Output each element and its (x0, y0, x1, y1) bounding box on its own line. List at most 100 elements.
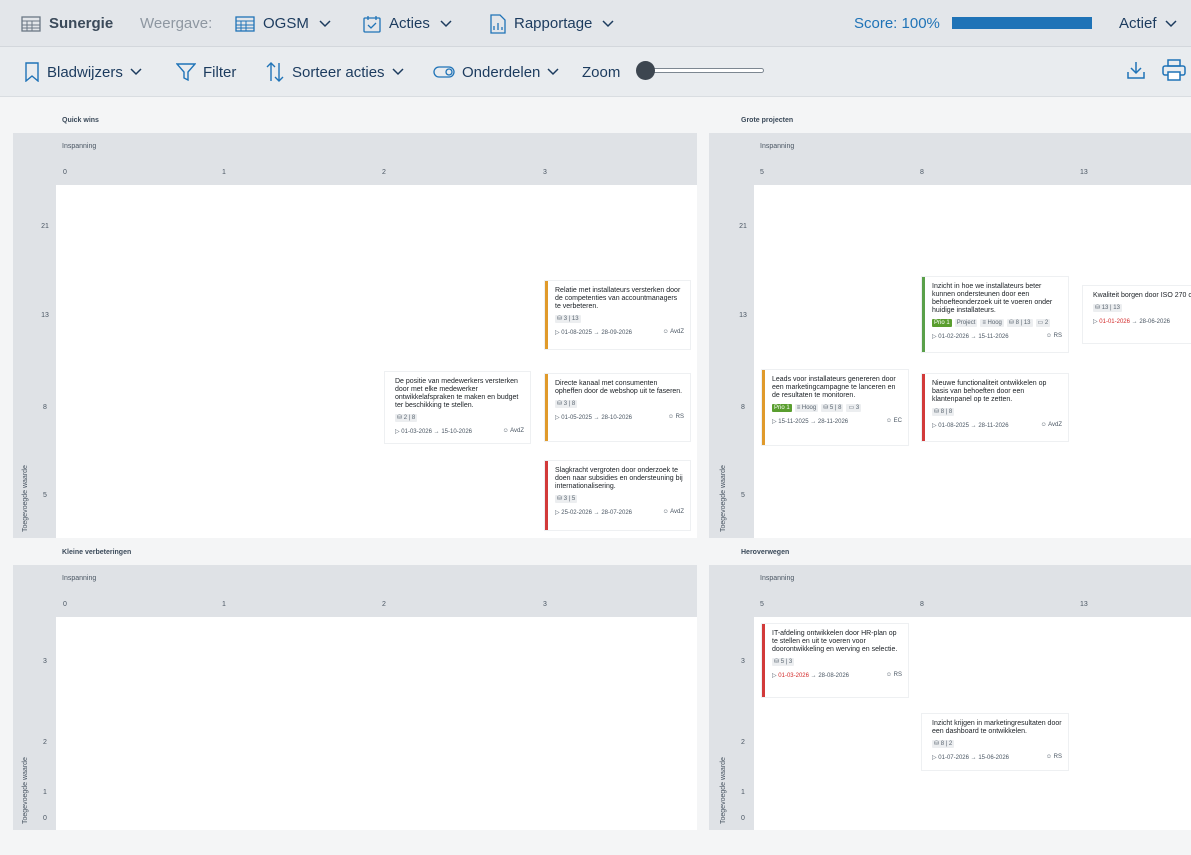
quadrant-title-quick-wins: Quick wins (62, 117, 99, 124)
y-tick: 5 (741, 492, 745, 499)
toolbar: Bladwijzers Filter Sorteer acties Onderd… (0, 47, 1191, 97)
filter-button[interactable]: Filter (176, 47, 236, 97)
chevron-down-icon (602, 19, 614, 28)
brand-name: Sunergie (49, 15, 114, 32)
quadrant-title-heroverwegen: Heroverwegen (741, 549, 790, 556)
card-footer: ▷ 01-08-2025 → 28-11-2026 ☺ AvdZ (932, 422, 1062, 429)
zoom-slider-track[interactable] (645, 68, 764, 73)
table-icon (21, 15, 41, 32)
acties-dropdown[interactable]: Acties (363, 0, 452, 47)
quadrant-heroverwegen: Inspanning 5 8 13 3 2 1 0 Toegevoegde wa… (709, 565, 1191, 830)
action-card[interactable]: Slagkracht vergroten door onderzoek te d… (545, 461, 690, 530)
card-score-badge: ⛁ 5 | 3 (772, 658, 795, 666)
action-card[interactable]: Kwaliteit borgen door ISO 270 certificer… (1083, 286, 1191, 343)
score-progress-bar (952, 17, 1092, 29)
plot-area (56, 617, 697, 830)
bookmarks-dropdown[interactable]: Bladwijzers (24, 47, 142, 97)
card-end-date: 28-06-2026 (1139, 319, 1171, 325)
zoom-slider-handle[interactable] (636, 61, 655, 80)
chevron-down-icon (547, 68, 559, 76)
sort-dropdown[interactable]: Sorteer acties (265, 47, 404, 97)
print-button[interactable] (1162, 47, 1186, 97)
x-axis-label: Inspanning (760, 143, 795, 150)
chevron-down-icon (440, 19, 452, 28)
quadrant-kleine-verbeteringen: Inspanning 0 1 2 3 3 2 1 0 Toegevoegde w… (13, 565, 697, 830)
score-label: Score: 100% (854, 15, 940, 32)
card-title: Nieuwe functionaliteit ontwikkelen op ba… (932, 380, 1047, 403)
action-card[interactable]: Relatie met installateurs versterken doo… (545, 281, 690, 349)
ogsm-dropdown[interactable]: OGSM (235, 0, 331, 47)
card-end-date: 15-06-2026 (978, 755, 1010, 761)
toggle-icon (433, 66, 455, 78)
card-owner: RS (1053, 333, 1062, 339)
y-tick: 1 (741, 789, 745, 796)
card-end-date: 28-11-2026 (817, 419, 849, 425)
card-score-badge: ⛁ 5 | 8 (821, 404, 844, 412)
card-owner: AvdZ (1048, 422, 1062, 428)
action-card[interactable]: Directe kanaal met consumenten opheffen … (545, 374, 690, 441)
filter-label: Filter (203, 63, 237, 81)
card-title: Inzicht krijgen in marketingresultaten d… (932, 720, 1062, 735)
y-tick: 5 (43, 492, 47, 499)
card-title: Directe kanaal met consumenten opheffen … (555, 380, 683, 395)
card-priority-badge: Prio 1 (932, 319, 952, 327)
chevron-down-icon (130, 68, 142, 76)
sort-icon (265, 61, 285, 83)
action-card[interactable]: IT-afdeling ontwikkelen door HR-plan op … (762, 624, 908, 697)
action-card[interactable]: Leads voor installateurs genereren door … (762, 370, 908, 445)
card-start-date: 01-08-2025 (938, 423, 969, 429)
card-level-badge: ≡ Hoog (794, 404, 819, 412)
card-footer: ▷ 01-07-2026 → 15-06-2026 ☺ RS (932, 754, 1062, 761)
card-start-date: 01-07-2026 (938, 755, 969, 761)
card-owner: RS (893, 672, 902, 678)
card-score-badge: ⛁ 8 | 8 (932, 408, 955, 416)
x-tick: 0 (63, 601, 67, 608)
x-tick: 5 (760, 601, 764, 608)
card-end-date: 28-08-2026 (818, 673, 850, 679)
rapportage-label: Rapportage (514, 15, 593, 32)
top-navigation: Sunergie Weergave: OGSM Acties Rapportag… (0, 0, 1191, 47)
action-card[interactable]: De positie van medewerkers versterken do… (385, 372, 530, 443)
card-end-date: 28-10-2026 (601, 415, 633, 421)
x-tick: 0 (63, 169, 67, 176)
parts-toggle-dropdown[interactable]: Onderdelen (433, 47, 559, 97)
card-score-badge: ⛁ 8 | 13 (1006, 319, 1033, 327)
y-axis-label: Toegevoegde waarde (720, 465, 727, 532)
action-card[interactable]: Inzicht in hoe we installateurs beter ku… (922, 277, 1068, 352)
action-card[interactable]: Inzicht krijgen in marketingresultaten d… (922, 714, 1068, 770)
y-tick: 2 (43, 739, 47, 746)
card-footer: ▷ 01-05-2025 → 28-10-2026 ☺ RS (555, 414, 684, 421)
card-footer: ▷ 01-03-2026 → 28-08-2026 ☺ RS (772, 672, 902, 679)
status-label: Actief (1119, 15, 1157, 32)
x-tick: 13 (1080, 169, 1088, 176)
sort-label: Sorteer acties (292, 63, 385, 81)
x-tick: 5 (760, 169, 764, 176)
action-card[interactable]: Nieuwe functionaliteit ontwikkelen op ba… (922, 374, 1068, 441)
status-dropdown[interactable]: Actief (1119, 0, 1177, 47)
brand-menu[interactable]: Sunergie (21, 0, 113, 47)
x-tick: 2 (382, 169, 386, 176)
card-end-date: 28-07-2026 (601, 510, 633, 516)
card-owner: RS (1053, 754, 1062, 760)
card-title: IT-afdeling ontwikkelen door HR-plan op … (772, 630, 898, 653)
x-tick: 1 (222, 601, 226, 608)
chevron-down-icon (392, 68, 404, 76)
calendar-check-icon (363, 15, 381, 33)
card-footer: ▷ 01-03-2026 → 15-10-2026 ☺ AvdZ (395, 428, 524, 435)
card-start-date: 01-05-2025 (561, 415, 592, 421)
x-tick: 1 (222, 169, 226, 176)
card-footer: ▷ 01-01-2026 → 28-06-2026 (1093, 319, 1171, 325)
bookmark-icon (24, 62, 40, 82)
card-title: Kwaliteit borgen door ISO 270 certificer… (1093, 292, 1191, 299)
download-button[interactable] (1126, 47, 1146, 97)
card-end-date: 28-11-2026 (978, 423, 1009, 429)
y-tick: 21 (41, 223, 49, 230)
card-start-date: 01-03-2026 (778, 673, 809, 679)
rapportage-dropdown[interactable]: Rapportage (490, 0, 614, 47)
score-progress-fill (953, 18, 1091, 28)
y-tick: 13 (41, 312, 49, 319)
card-footer: ▷ 25-02-2026 → 28-07-2026 ☺ AvdZ (555, 509, 684, 516)
card-start-date: 01-08-2025 (561, 330, 592, 336)
card-owner: EC (893, 418, 902, 424)
y-tick: 3 (741, 658, 745, 665)
